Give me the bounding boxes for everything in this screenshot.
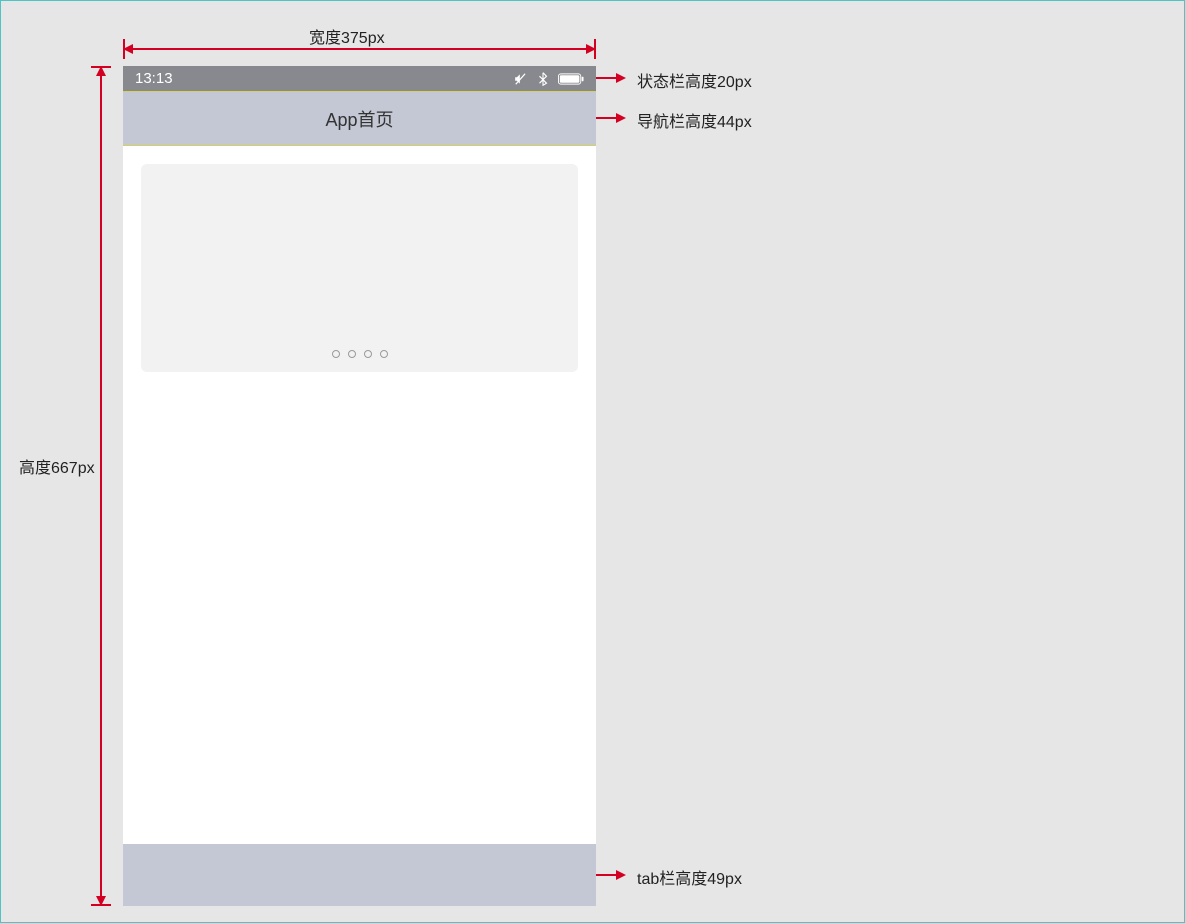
tab-bar-dimension-label: tab栏高度49px [637, 865, 742, 889]
carousel-dot[interactable] [348, 350, 356, 358]
status-bar-dimension-label: 状态栏高度20px [637, 68, 752, 92]
phone-mockup: 13:13 App首页 [123, 66, 596, 906]
carousel-dots [141, 350, 578, 358]
tab-callout-arrow [616, 870, 626, 880]
bluetooth-icon [538, 72, 548, 86]
nav-title: App首页 [325, 106, 393, 132]
mute-icon [514, 72, 528, 86]
nav-bar-dimension-label: 导航栏高度44px [637, 108, 752, 132]
width-arrow-right [586, 44, 596, 54]
status-bar: 13:13 [123, 66, 596, 91]
carousel-dot[interactable] [364, 350, 372, 358]
tab-bar[interactable] [123, 844, 596, 906]
nav-bar: App首页 [123, 91, 596, 146]
status-time: 13:13 [135, 70, 173, 87]
carousel[interactable] [141, 164, 578, 372]
status-icons [514, 72, 584, 86]
carousel-dot[interactable] [332, 350, 340, 358]
width-arrow-line [129, 48, 589, 50]
width-dimension-label: 宽度375px [309, 24, 385, 48]
height-dimension-label: 高度667px [19, 454, 95, 478]
battery-icon [558, 73, 584, 85]
height-arrow-line [100, 72, 102, 900]
height-arrow-up [96, 66, 106, 76]
nav-callout-arrow [616, 113, 626, 123]
carousel-dot[interactable] [380, 350, 388, 358]
content-area [123, 146, 596, 390]
status-callout-arrow [616, 73, 626, 83]
width-arrow-left [123, 44, 133, 54]
height-arrow-down [96, 896, 106, 906]
